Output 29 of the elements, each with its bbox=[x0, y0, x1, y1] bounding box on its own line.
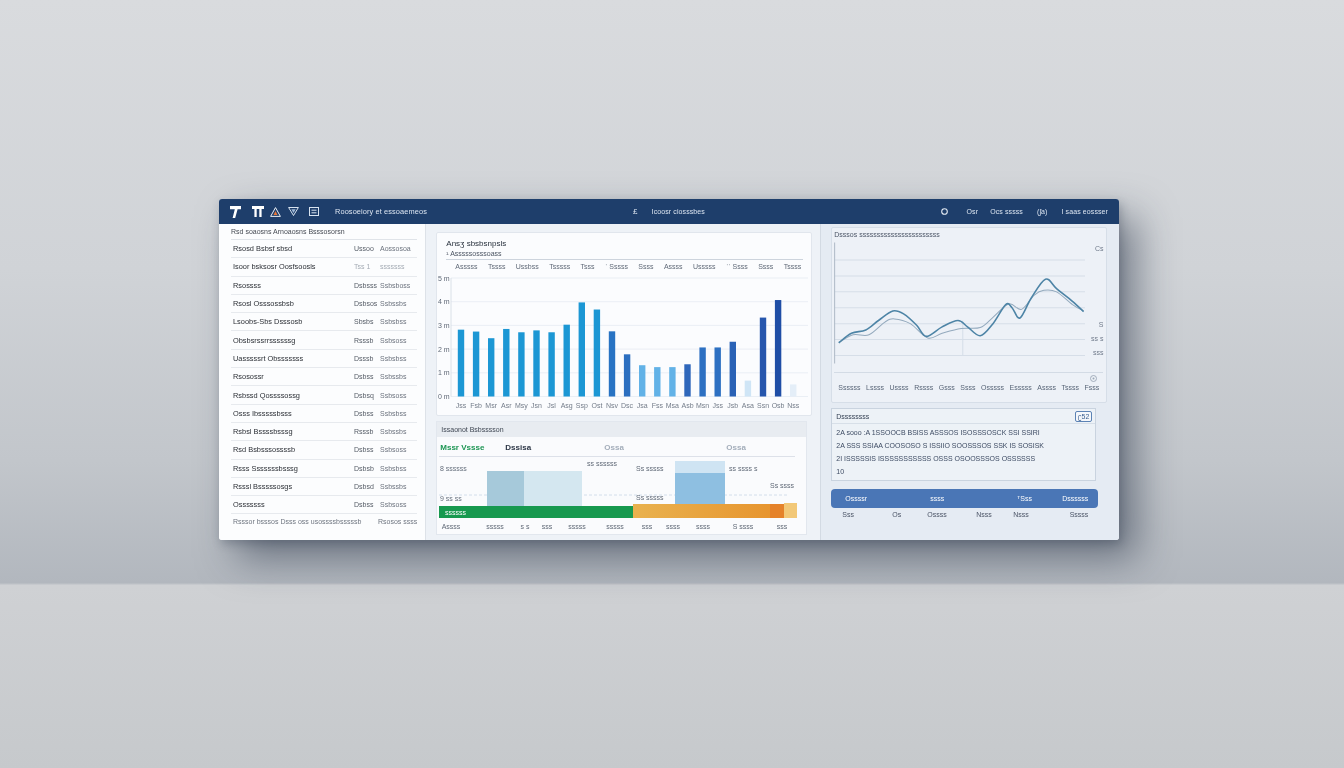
pound-sign-icon[interactable]: £ bbox=[633, 207, 638, 216]
legend-label: Dssisa bbox=[505, 443, 533, 453]
chart-bar bbox=[503, 328, 510, 397]
chart-bar bbox=[684, 364, 691, 397]
chart-bar bbox=[458, 329, 465, 397]
chart-bar bbox=[533, 330, 540, 397]
shaded-block bbox=[675, 461, 726, 507]
chart-bar bbox=[624, 354, 631, 397]
chart-bar bbox=[609, 331, 616, 397]
logo-icon[interactable] bbox=[230, 205, 241, 218]
triangle-down-icon[interactable] bbox=[288, 207, 299, 216]
chart-bar bbox=[473, 331, 480, 397]
chart-title: Ansʒ sbsbsnpsls bbox=[446, 239, 508, 249]
legend-label: Ossa bbox=[726, 443, 747, 453]
legend-label: Mssr Vssse bbox=[440, 443, 486, 453]
warning-icon[interactable] bbox=[270, 206, 281, 217]
chart-bar bbox=[488, 338, 495, 397]
chart-bar bbox=[745, 380, 752, 397]
chart-bar bbox=[669, 367, 676, 397]
legend-label: Ossa bbox=[604, 443, 625, 453]
chart-bar bbox=[639, 365, 646, 397]
chart-bar bbox=[548, 332, 556, 397]
table-icon[interactable] bbox=[252, 206, 264, 217]
chart-bar bbox=[518, 332, 525, 397]
chart-bar bbox=[729, 341, 737, 397]
chart-bar bbox=[714, 347, 722, 397]
chart-bar bbox=[699, 347, 707, 397]
chart-bar bbox=[654, 367, 661, 397]
list-icon[interactable] bbox=[309, 207, 319, 216]
